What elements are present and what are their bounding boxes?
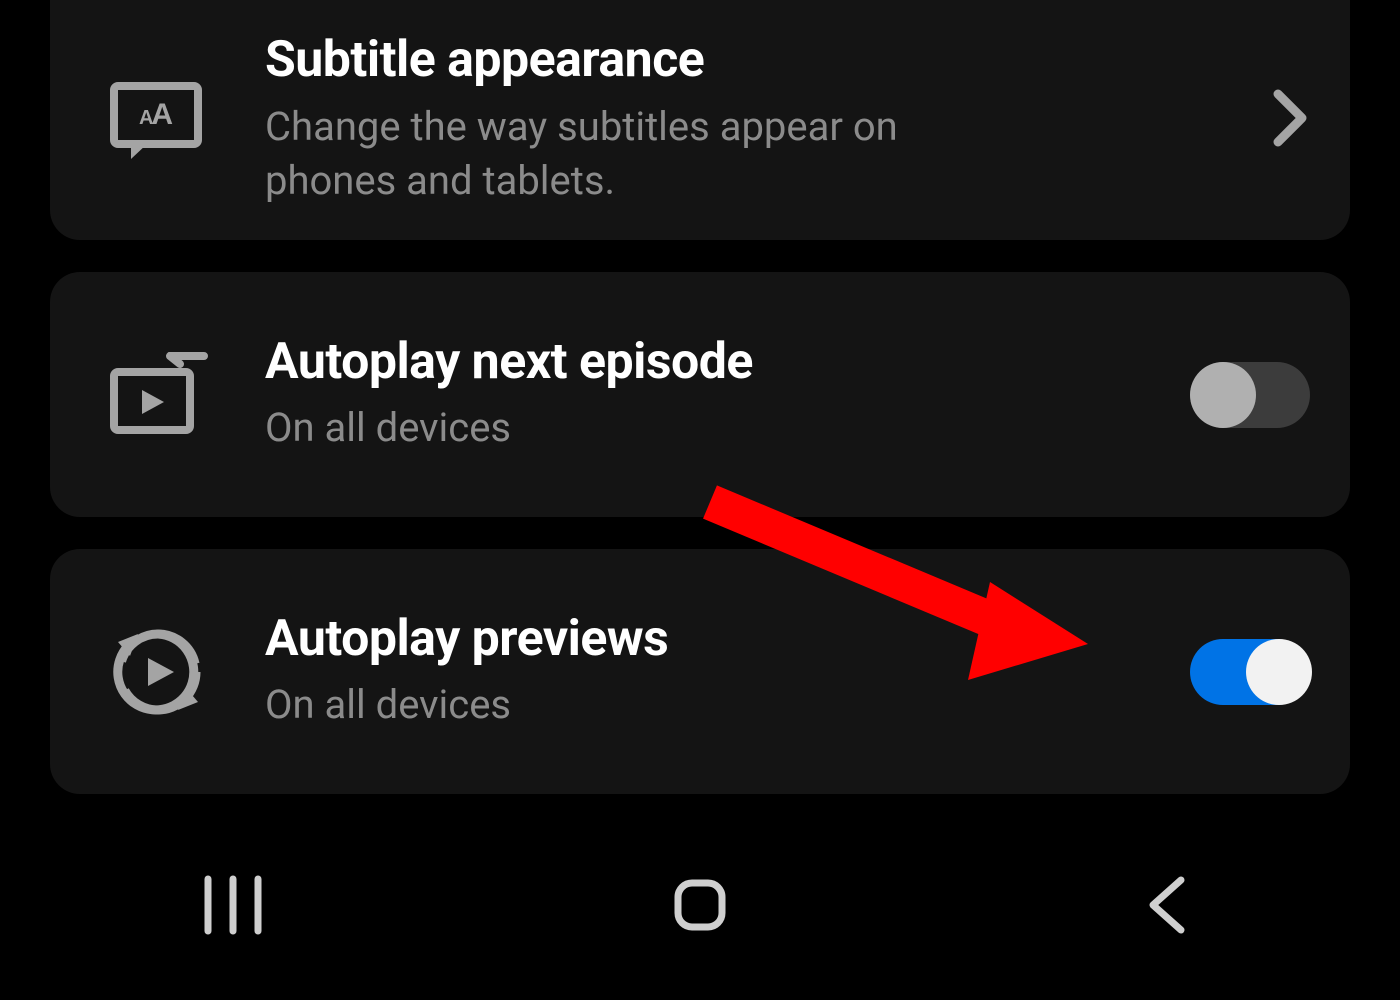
nav-back-button[interactable] (1107, 845, 1227, 965)
autoplay-next-desc: On all devices (265, 401, 1025, 455)
subtitle-icon: AA (50, 81, 265, 159)
toggle-thumb (1190, 362, 1256, 428)
autoplay-previews-desc: On all devices (265, 678, 1025, 732)
android-nav-bar (0, 810, 1400, 1000)
autoplay-previews-toggle[interactable] (1190, 639, 1310, 705)
nav-recents-button[interactable] (173, 845, 293, 965)
toggle-thumb (1246, 639, 1312, 705)
svg-text:AA: AA (138, 98, 172, 131)
nav-home-button[interactable] (640, 845, 760, 965)
autoplay-next-episode-row[interactable]: Autoplay next episode On all devices (50, 272, 1350, 517)
chevron-right-icon (1270, 88, 1310, 152)
autoplay-previews-row[interactable]: Autoplay previews On all devices (50, 549, 1350, 794)
autoplay-next-toggle[interactable] (1190, 362, 1310, 428)
autoplay-next-icon (50, 352, 265, 438)
subtitle-desc: Change the way subtitles appear on phone… (265, 100, 1025, 208)
autoplay-next-title: Autoplay next episode (265, 334, 1190, 392)
subtitle-appearance-row[interactable]: AA Subtitle appearance Change the way su… (50, 0, 1350, 240)
subtitle-title: Subtitle appearance (265, 32, 1250, 90)
autoplay-previews-title: Autoplay previews (265, 611, 1190, 669)
autoplay-previews-icon (50, 624, 265, 720)
